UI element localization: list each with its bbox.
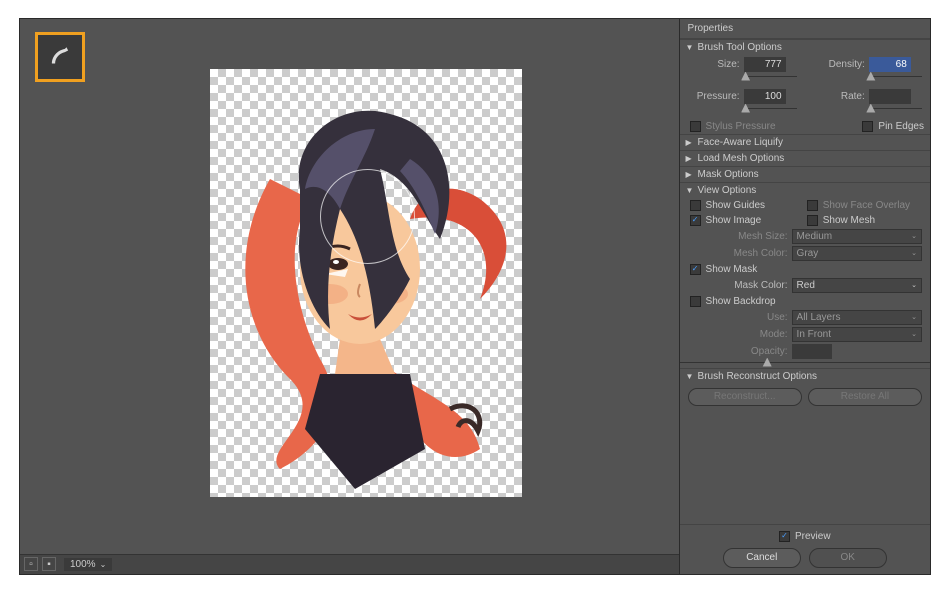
mask-color-dropdown[interactable]: Red⌄ [792, 278, 922, 293]
chevron-down-icon: ⌄ [911, 313, 917, 321]
fit-screen-icon[interactable]: ▫ [24, 557, 38, 571]
panel-title: Properties [680, 19, 930, 39]
chevron-down-icon: ⌄ [911, 249, 917, 257]
density-input[interactable] [869, 57, 911, 72]
liquify-dialog: ▫ ▪ 100% ⌄ Properties ▼ Brush Tool Optio… [19, 18, 931, 575]
show-guides-checkbox[interactable] [690, 200, 701, 211]
mode-dropdown[interactable]: In Front⌄ [792, 327, 922, 342]
triangle-down-icon: ▼ [686, 186, 694, 195]
mesh-color-dropdown[interactable]: Gray⌄ [792, 246, 922, 261]
canvas-area[interactable]: ▫ ▪ 100% ⌄ [20, 19, 679, 574]
mesh-size-dropdown[interactable]: Medium⌄ [792, 229, 922, 244]
chevron-down-icon: ⌄ [911, 232, 917, 240]
triangle-down-icon: ▼ [686, 43, 694, 52]
opacity-input[interactable] [792, 344, 832, 359]
chevron-down-icon: ⌄ [911, 281, 917, 289]
show-face-overlay-checkbox[interactable] [807, 200, 818, 211]
actual-pixels-icon[interactable]: ▪ [42, 557, 56, 571]
illustration [210, 69, 522, 497]
pin-edges-checkbox[interactable] [862, 121, 873, 132]
triangle-right-icon: ▶ [686, 138, 694, 147]
triangle-right-icon: ▶ [686, 154, 694, 163]
chevron-down-icon: ⌄ [911, 330, 917, 338]
triangle-right-icon: ▶ [686, 170, 694, 179]
section-brush-tool-options[interactable]: ▼ Brush Tool Options [680, 40, 930, 55]
zoom-field[interactable]: 100% ⌄ [64, 558, 112, 571]
properties-panel: Properties ▼ Brush Tool Options Size: De… [679, 19, 930, 574]
pressure-input[interactable] [744, 89, 786, 104]
show-mask-checkbox[interactable] [690, 264, 701, 275]
preview-checkbox[interactable] [779, 531, 790, 542]
forward-warp-tool-icon [35, 32, 85, 82]
section-face-aware[interactable]: ▶Face-Aware Liquify [680, 135, 930, 150]
show-backdrop-checkbox[interactable] [690, 296, 701, 307]
cancel-button[interactable]: Cancel [723, 548, 801, 568]
brush-cursor [320, 169, 415, 264]
section-load-mesh[interactable]: ▶Load Mesh Options [680, 151, 930, 166]
dialog-footer: Preview Cancel OK [680, 524, 930, 574]
show-mesh-checkbox[interactable] [807, 215, 818, 226]
reconstruct-button[interactable]: Reconstruct... [688, 388, 802, 406]
ok-button[interactable]: OK [809, 548, 887, 568]
restore-all-button[interactable]: Restore All [808, 388, 922, 406]
triangle-down-icon: ▼ [686, 372, 694, 381]
show-image-checkbox[interactable] [690, 215, 701, 226]
size-input[interactable] [744, 57, 786, 72]
chevron-down-icon: ⌄ [100, 560, 107, 569]
rate-input[interactable] [869, 89, 911, 104]
status-bar: ▫ ▪ 100% ⌄ [20, 554, 679, 574]
section-mask-options[interactable]: ▶Mask Options [680, 167, 930, 182]
artboard[interactable] [210, 69, 522, 497]
section-brush-reconstruct[interactable]: ▼Brush Reconstruct Options [680, 369, 930, 384]
use-dropdown[interactable]: All Layers⌄ [792, 310, 922, 325]
zoom-value: 100% [70, 559, 96, 570]
section-view-options[interactable]: ▼View Options [680, 183, 930, 198]
stylus-pressure-checkbox[interactable] [690, 121, 701, 132]
